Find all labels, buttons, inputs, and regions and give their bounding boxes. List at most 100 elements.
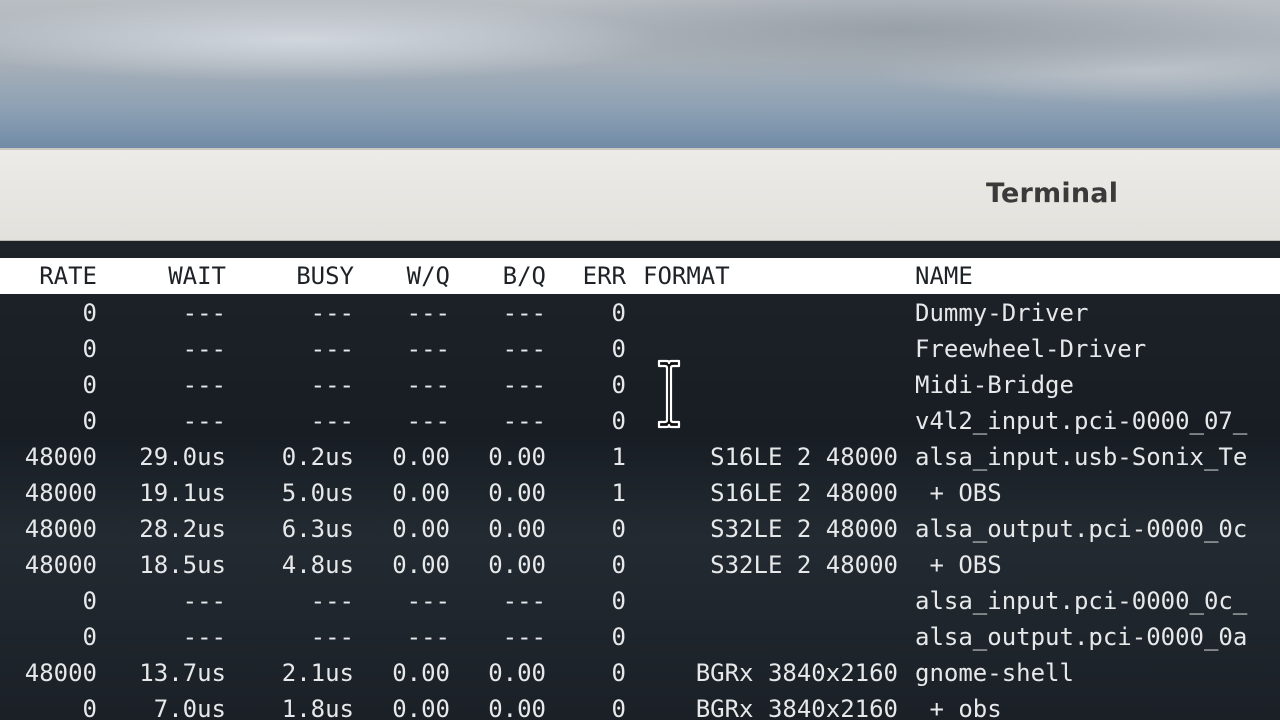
cell-busy: 1.8us bbox=[281, 695, 354, 720]
cell-format: S32LE 2 48000 bbox=[710, 515, 898, 543]
cell-wait: --- bbox=[182, 407, 226, 435]
column-header-name: NAME bbox=[915, 262, 973, 290]
cell-err: 0 bbox=[611, 407, 626, 435]
cell-format: BGRx 3840x2160 bbox=[695, 659, 898, 687]
cell-wait: 28.2us bbox=[139, 515, 226, 543]
cell-name: alsa_output.pci-0000_0a bbox=[915, 623, 1248, 651]
cell-busy: --- bbox=[310, 587, 354, 615]
cell-rate: 0 bbox=[82, 407, 97, 435]
cell-wait: --- bbox=[182, 335, 226, 363]
cell-busy: 0.2us bbox=[281, 443, 354, 471]
cell-wq: 0.00 bbox=[392, 443, 450, 471]
cell-name: + obs bbox=[915, 695, 1002, 720]
table-header: RATE WAIT BUSY W/Q B/Q ERR FORMAT NAME bbox=[0, 258, 1280, 294]
cell-busy: --- bbox=[310, 407, 354, 435]
cell-wq: --- bbox=[406, 407, 450, 435]
cell-rate: 0 bbox=[82, 371, 97, 399]
cell-rate: 0 bbox=[82, 695, 97, 720]
cell-wait: 19.1us bbox=[139, 479, 226, 507]
cell-wait: 13.7us bbox=[139, 659, 226, 687]
column-header-wq: W/Q bbox=[406, 262, 450, 290]
table-row: 0 --- --- --- --- 0 v4l2_input.pci-0000_07_ bbox=[0, 403, 1280, 439]
table-row: 0 --- --- --- --- 0 Dummy-Driver bbox=[0, 295, 1280, 331]
cell-name: gnome-shell bbox=[915, 659, 1074, 687]
cell-busy: 2.1us bbox=[281, 659, 354, 687]
cell-wq: --- bbox=[406, 335, 450, 363]
table-row: 48000 19.1us 5.0us 0.00 0.00 1 S16LE 2 48000 +… bbox=[0, 475, 1280, 511]
cell-name: alsa_input.pci-0000_0c_ bbox=[915, 587, 1248, 615]
cell-busy: --- bbox=[310, 371, 354, 399]
cell-wq: 0.00 bbox=[392, 515, 450, 543]
cell-bq: --- bbox=[502, 623, 546, 651]
window-title: Terminal bbox=[986, 178, 1119, 209]
cell-wait: --- bbox=[182, 623, 226, 651]
cell-wq: --- bbox=[406, 299, 450, 327]
cell-name: + OBS bbox=[915, 479, 1002, 507]
cell-busy: --- bbox=[310, 335, 354, 363]
desktop-wallpaper bbox=[0, 0, 1280, 150]
cell-err: 0 bbox=[611, 623, 626, 651]
cell-rate: 0 bbox=[82, 299, 97, 327]
cell-busy: 6.3us bbox=[281, 515, 354, 543]
cell-name: alsa_input.usb-Sonix_Te bbox=[915, 443, 1248, 471]
cell-name: alsa_output.pci-0000_0c bbox=[915, 515, 1248, 543]
cell-busy: --- bbox=[310, 623, 354, 651]
cell-bq: 0.00 bbox=[488, 551, 546, 579]
cell-format: S16LE 2 48000 bbox=[710, 479, 898, 507]
table-row: 48000 29.0us 0.2us 0.00 0.00 1 S16LE 2 48000 al… bbox=[0, 439, 1280, 475]
terminal-content[interactable]: RATE WAIT BUSY W/Q B/Q ERR FORMAT NAME 0… bbox=[0, 241, 1280, 720]
table-row: 0 --- --- --- --- 0 alsa_output.pci-0000_0a bbox=[0, 619, 1280, 655]
cell-format: S32LE 2 48000 bbox=[710, 551, 898, 579]
cell-rate: 48000 bbox=[24, 551, 97, 579]
table-row: 0 --- --- --- --- 0 Midi-Bridge bbox=[0, 367, 1280, 403]
cell-err: 0 bbox=[611, 371, 626, 399]
cell-wq: 0.00 bbox=[392, 479, 450, 507]
cell-bq: 0.00 bbox=[488, 659, 546, 687]
text-cursor-icon bbox=[657, 359, 681, 429]
cell-wq: --- bbox=[406, 623, 450, 651]
window-titlebar[interactable]: Terminal bbox=[0, 148, 1280, 241]
cell-wait: 7.0us bbox=[153, 695, 226, 720]
cell-err: 0 bbox=[611, 335, 626, 363]
column-header-busy: BUSY bbox=[296, 262, 354, 290]
cell-format: BGRx 3840x2160 bbox=[695, 695, 898, 720]
cell-err: 0 bbox=[611, 299, 626, 327]
column-header-wait: WAIT bbox=[168, 262, 226, 290]
column-header-err: ERR bbox=[582, 262, 626, 290]
cell-bq: --- bbox=[502, 407, 546, 435]
column-header-rate: RATE bbox=[39, 262, 97, 290]
cell-busy: 4.8us bbox=[281, 551, 354, 579]
cell-rate: 48000 bbox=[24, 659, 97, 687]
cell-rate: 48000 bbox=[24, 479, 97, 507]
column-header-bq: B/Q bbox=[502, 262, 546, 290]
cell-wq: 0.00 bbox=[392, 695, 450, 720]
column-header-format: FORMAT bbox=[643, 262, 730, 290]
cell-bq: --- bbox=[502, 587, 546, 615]
cell-rate: 0 bbox=[82, 623, 97, 651]
table-row: 0 --- --- --- --- 0 Freewheel-Driver bbox=[0, 331, 1280, 367]
cell-wait: --- bbox=[182, 299, 226, 327]
table-row: 48000 28.2us 6.3us 0.00 0.00 0 S32LE 2 48000 al… bbox=[0, 511, 1280, 547]
cell-bq: 0.00 bbox=[488, 515, 546, 543]
cell-wait: --- bbox=[182, 371, 226, 399]
cell-busy: --- bbox=[310, 299, 354, 327]
table-row: 0 7.0us 1.8us 0.00 0.00 0 BGRx 3840x2160 + obs bbox=[0, 691, 1280, 720]
cell-bq: --- bbox=[502, 299, 546, 327]
cell-wq: --- bbox=[406, 371, 450, 399]
cell-name: Freewheel-Driver bbox=[915, 335, 1147, 363]
table-row: 48000 13.7us 2.1us 0.00 0.00 0 BGRx 3840x2160 g… bbox=[0, 655, 1280, 691]
cell-rate: 0 bbox=[82, 335, 97, 363]
cell-wq: --- bbox=[406, 587, 450, 615]
cell-bq: 0.00 bbox=[488, 443, 546, 471]
cell-bq: --- bbox=[502, 371, 546, 399]
cell-err: 0 bbox=[611, 587, 626, 615]
cell-busy: 5.0us bbox=[281, 479, 354, 507]
cell-name: + OBS bbox=[915, 551, 1002, 579]
cell-bq: --- bbox=[502, 335, 546, 363]
cell-format: S16LE 2 48000 bbox=[710, 443, 898, 471]
cell-name: Dummy-Driver bbox=[915, 299, 1089, 327]
cell-bq: 0.00 bbox=[488, 695, 546, 720]
cell-bq: 0.00 bbox=[488, 479, 546, 507]
cell-wait: --- bbox=[182, 587, 226, 615]
cell-wait: 18.5us bbox=[139, 551, 226, 579]
